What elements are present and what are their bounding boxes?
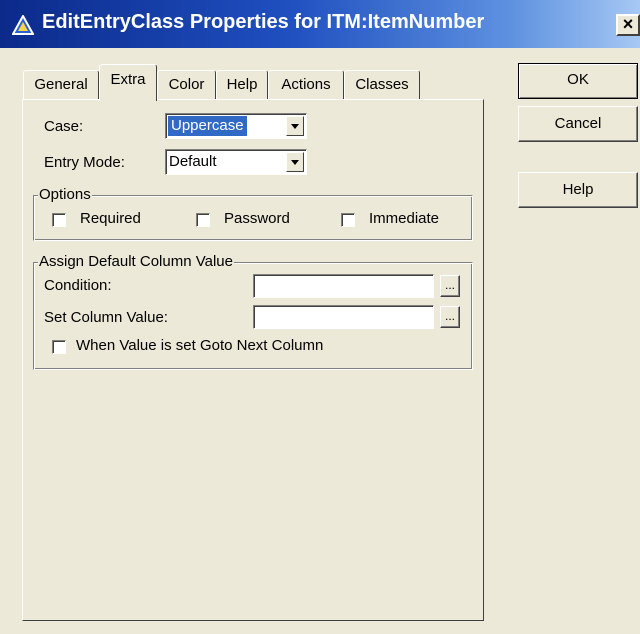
close-button[interactable]: ×: [616, 14, 640, 36]
required-label[interactable]: Required: [80, 210, 141, 227]
app-icon: [12, 15, 34, 35]
assign-default-group-title: Assign Default Column Value: [38, 253, 234, 270]
password-label[interactable]: Password: [224, 210, 290, 227]
tab-general[interactable]: General: [23, 70, 99, 100]
title-bar[interactable]: EditEntryClass Properties for ITM:ItemNu…: [0, 0, 640, 48]
tab-extra[interactable]: Extra: [99, 64, 157, 101]
immediate-label[interactable]: Immediate: [369, 210, 439, 227]
ok-button-label: OK: [567, 71, 589, 88]
tab-color[interactable]: Color: [157, 70, 216, 100]
cancel-button-label: Cancel: [554, 115, 602, 132]
set-column-value-ellipsis-button[interactable]: ...: [440, 306, 460, 328]
tab-classes[interactable]: Classes: [344, 70, 420, 100]
entry-mode-dropdown[interactable]: Default: [165, 149, 307, 175]
case-label: Case:: [44, 118, 84, 135]
condition-input[interactable]: [253, 274, 434, 298]
chevron-down-icon[interactable]: [286, 116, 304, 136]
goto-next-column-label[interactable]: When Value is set Goto Next Column: [76, 337, 323, 354]
condition-label: Condition:: [44, 277, 112, 294]
set-column-value-input[interactable]: [253, 305, 434, 329]
options-group-title: Options: [38, 186, 92, 203]
ok-button[interactable]: OK: [518, 63, 638, 99]
entry-mode-label: Entry Mode:: [44, 154, 125, 171]
tab-color-label: Color: [168, 76, 205, 93]
help-button-label: Help: [562, 181, 594, 198]
tab-classes-label: Classes: [355, 76, 409, 93]
help-button[interactable]: Help: [518, 172, 638, 208]
window-title: EditEntryClass Properties for ITM:ItemNu…: [42, 11, 485, 33]
tab-general-label: General: [34, 76, 88, 93]
condition-ellipsis-button[interactable]: ...: [440, 275, 460, 297]
ellipsis-icon: ...: [444, 278, 455, 292]
case-dropdown[interactable]: Uppercase: [165, 113, 307, 139]
required-checkbox[interactable]: [52, 213, 66, 227]
ellipsis-icon: ...: [444, 309, 455, 323]
tab-actions-label: Actions: [281, 76, 331, 93]
tab-extra-label: Extra: [110, 71, 146, 88]
entry-mode-value: Default: [169, 153, 217, 170]
immediate-checkbox[interactable]: [341, 213, 355, 227]
tab-help-label: Help: [226, 76, 258, 93]
set-column-value-label: Set Column Value:: [44, 309, 168, 326]
goto-next-column-checkbox[interactable]: [52, 340, 66, 354]
tab-actions[interactable]: Actions: [268, 70, 344, 100]
chevron-down-icon[interactable]: [286, 152, 304, 172]
case-value: Uppercase: [168, 116, 247, 136]
tab-help[interactable]: Help: [216, 70, 268, 100]
password-checkbox[interactable]: [196, 213, 210, 227]
cancel-button[interactable]: Cancel: [518, 106, 638, 142]
